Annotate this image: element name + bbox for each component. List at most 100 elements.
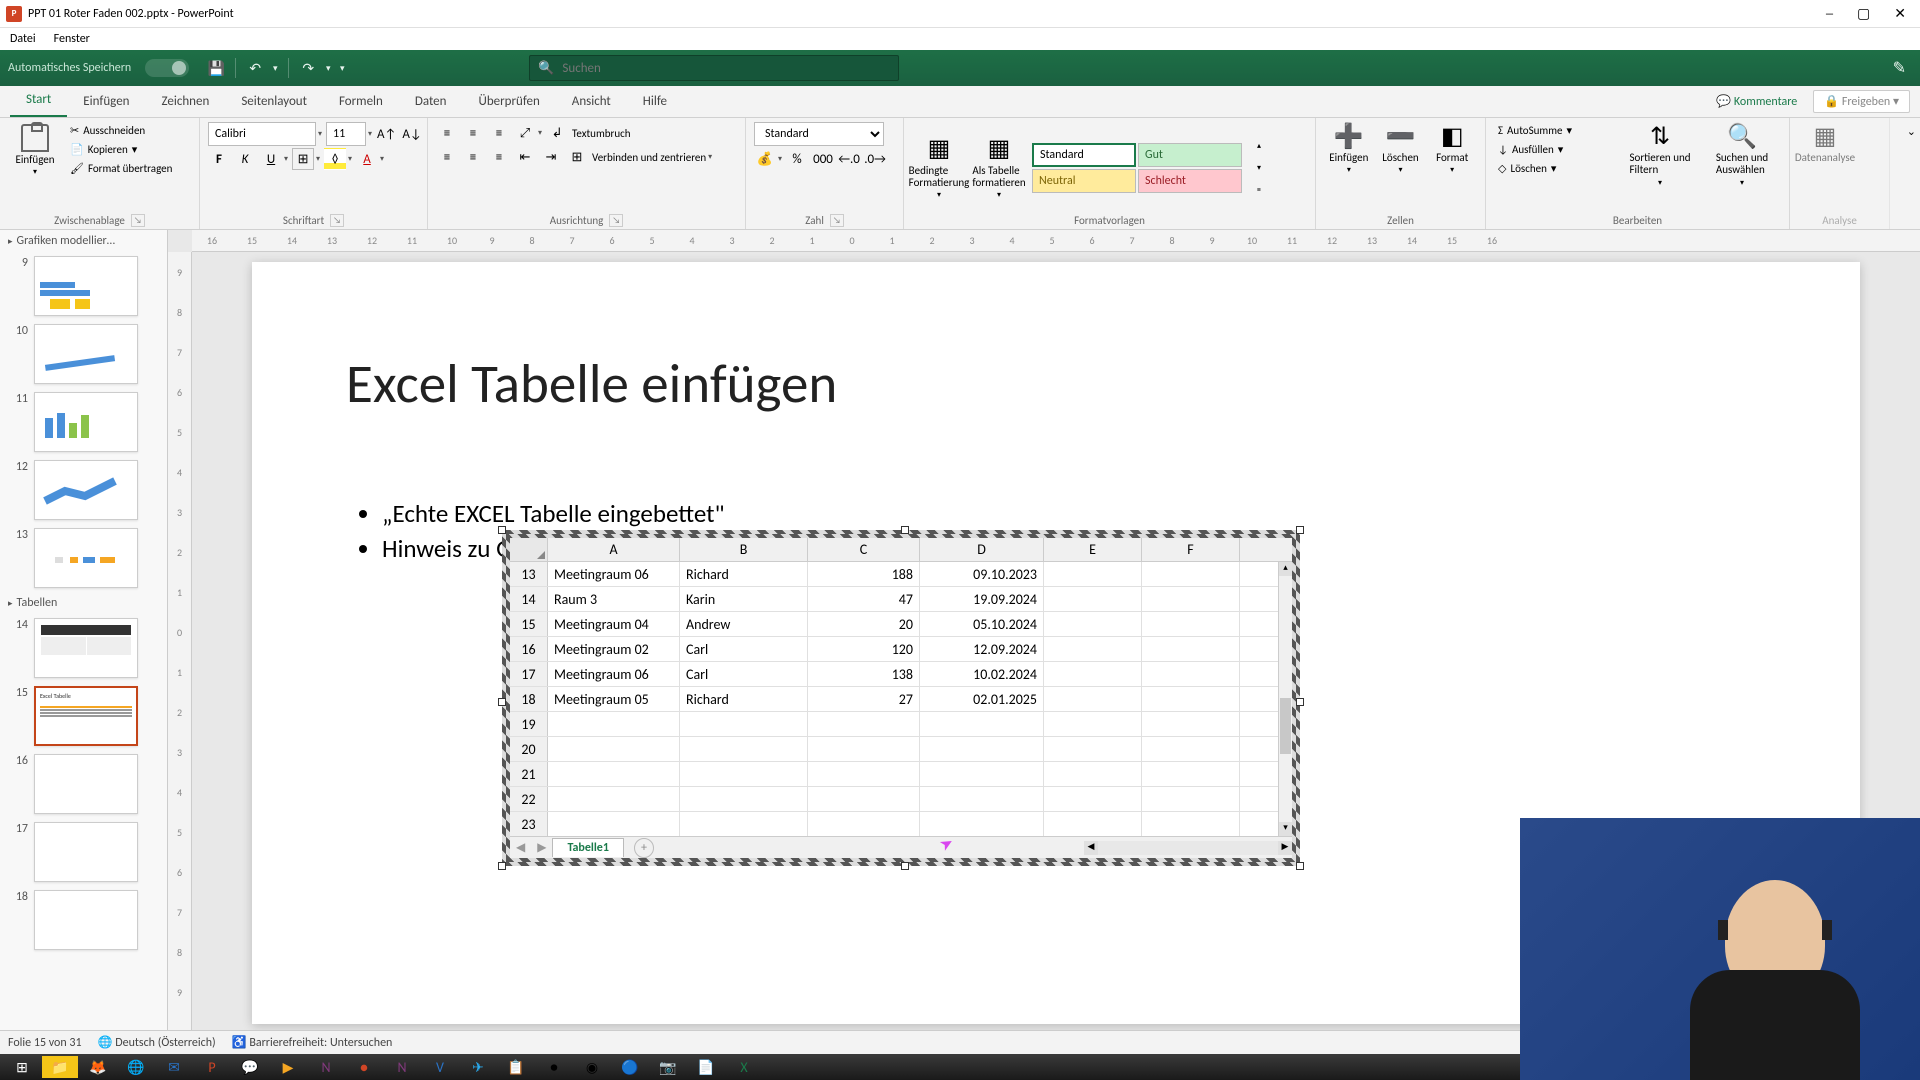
row-header[interactable]: 20 [510, 737, 548, 761]
cell-style-bad[interactable]: Schlecht [1138, 169, 1242, 193]
font-color-icon[interactable]: A [356, 148, 378, 170]
comma-icon[interactable]: 000 [812, 148, 834, 170]
slide-thumb-12[interactable] [34, 460, 138, 520]
merge-icon[interactable]: ⊞ [566, 146, 588, 168]
taskbar-app7-icon[interactable]: 📄 [688, 1056, 724, 1078]
taskbar-explorer-icon[interactable]: 📁 [42, 1056, 78, 1078]
tab-formulas[interactable]: Formeln [323, 88, 399, 117]
borders-icon[interactable]: ⊞ [292, 148, 314, 170]
cell[interactable] [1044, 662, 1142, 686]
indent-decrease-icon[interactable]: ⇤ [514, 146, 536, 168]
cell[interactable] [548, 762, 680, 786]
taskbar-telegram-icon[interactable]: ✈ [460, 1056, 496, 1078]
format-as-table-button[interactable]: ▦Als Tabelle formatieren▾ [972, 134, 1026, 201]
taskbar-app3-icon[interactable]: 📋 [498, 1056, 534, 1078]
table-row[interactable]: 17 Meetingraum 06 Carl 138 10.02.2024 [510, 662, 1292, 687]
currency-icon[interactable]: 💰 [754, 148, 776, 170]
cell[interactable] [1044, 712, 1142, 736]
sheet-nav-next-icon[interactable]: ▶ [531, 840, 552, 855]
taskbar-firefox-icon[interactable]: 🦊 [80, 1056, 116, 1078]
taskbar-obs-icon[interactable]: ⏺ [536, 1056, 572, 1078]
cell[interactable] [808, 712, 920, 736]
cell[interactable]: 27 [808, 687, 920, 711]
cell[interactable] [1142, 587, 1240, 611]
paste-button[interactable]: Einfügen▾ [8, 122, 62, 214]
ribbon-collapse-icon[interactable]: ⌄ [1907, 125, 1916, 138]
cell[interactable] [1142, 737, 1240, 761]
undo-dropdown-icon[interactable]: ▾ [268, 55, 282, 81]
indent-increase-icon[interactable]: ⇥ [540, 146, 562, 168]
save-icon[interactable]: 💾 [203, 55, 229, 81]
increase-font-icon[interactable]: A↑ [376, 123, 397, 145]
taskbar-vlc-icon[interactable]: ▶ [270, 1056, 306, 1078]
cells-insert-button[interactable]: ➕Einfügen▾ [1324, 122, 1374, 214]
decrease-decimal-icon[interactable]: .0→ [864, 148, 886, 170]
search-input[interactable] [562, 61, 890, 76]
qat-customize-icon[interactable]: ▾ [335, 55, 349, 81]
searchbox[interactable]: 🔍 [529, 55, 899, 81]
increase-decimal-icon[interactable]: ←.0 [838, 148, 860, 170]
taskbar-visio-icon[interactable]: V [422, 1056, 458, 1078]
fill-button[interactable]: ↓ Ausfüllen ▾ [1494, 141, 1617, 158]
col-header-D[interactable]: D [920, 538, 1044, 561]
find-select-button[interactable]: 🔍Suchen und Auswählen▾ [1703, 122, 1781, 214]
font-size-input[interactable] [326, 122, 366, 146]
align-right-icon[interactable]: ≡ [488, 146, 510, 168]
col-header-B[interactable]: B [680, 538, 808, 561]
cell[interactable] [1044, 562, 1142, 586]
cell[interactable] [1044, 612, 1142, 636]
autosum-button[interactable]: Σ AutoSumme ▾ [1494, 122, 1617, 139]
row-header[interactable]: 15 [510, 612, 548, 636]
col-header-F[interactable]: F [1142, 538, 1240, 561]
number-format-select[interactable]: Standard [754, 122, 884, 146]
align-top-icon[interactable]: ≡ [436, 122, 458, 144]
cell[interactable] [1044, 587, 1142, 611]
excel-horizontal-scrollbar[interactable]: ◀▶ [1084, 841, 1292, 855]
styles-more-up-icon[interactable]: ▴ [1248, 135, 1270, 157]
autosave-toggle[interactable] [145, 59, 189, 77]
cell[interactable] [548, 812, 680, 836]
row-header[interactable]: 13 [510, 562, 548, 586]
table-row[interactable]: 19 [510, 712, 1292, 737]
wrap-text-icon[interactable]: ↲ [546, 122, 568, 144]
excel-column-headers[interactable]: A B C D E F [510, 538, 1292, 562]
cell[interactable] [1142, 712, 1240, 736]
menu-window[interactable]: Fenster [54, 32, 90, 46]
cell[interactable] [1142, 562, 1240, 586]
redo-icon[interactable]: ↷ [295, 55, 321, 81]
cell[interactable] [920, 762, 1044, 786]
tab-pagelayout[interactable]: Seitenlayout [225, 88, 323, 117]
underline-icon[interactable]: U [260, 148, 282, 170]
sheet-nav-prev-icon[interactable]: ◀ [510, 840, 531, 855]
row-header[interactable]: 16 [510, 637, 548, 661]
cell-style-neutral[interactable]: Neutral [1032, 169, 1136, 193]
cell[interactable]: Carl [680, 637, 808, 661]
taskbar-chrome-icon[interactable]: 🌐 [118, 1056, 154, 1078]
cell[interactable]: 10.02.2024 [920, 662, 1044, 686]
clear-button[interactable]: ◇ Löschen ▾ [1494, 160, 1617, 177]
taskbar-outlook-icon[interactable]: ✉ [156, 1056, 192, 1078]
undo-icon[interactable]: ↶ [242, 55, 268, 81]
cell[interactable] [548, 737, 680, 761]
cell[interactable] [680, 787, 808, 811]
col-header-E[interactable]: E [1044, 538, 1142, 561]
cell[interactable] [808, 762, 920, 786]
fill-color-icon[interactable]: ◊ [324, 148, 346, 170]
status-language[interactable]: 🌐 Deutsch (Österreich) [98, 1035, 216, 1050]
taskbar-app2-icon[interactable]: ● [346, 1056, 382, 1078]
table-row[interactable]: 18 Meetingraum 05 Richard 27 02.01.2025 [510, 687, 1292, 712]
table-row[interactable]: 15 Meetingraum 04 Andrew 20 05.10.2024 [510, 612, 1292, 637]
table-row[interactable]: 13 Meetingraum 06 Richard 188 09.10.2023 [510, 562, 1292, 587]
cell[interactable]: 20 [808, 612, 920, 636]
status-slide-number[interactable]: Folie 15 von 31 [8, 1036, 82, 1050]
copy-button[interactable]: 📄 Kopieren ▾ [66, 141, 191, 158]
cell[interactable] [1044, 687, 1142, 711]
taskbar-powerpoint-icon[interactable]: P [194, 1056, 230, 1078]
styles-more-icon[interactable]: ≡ [1248, 179, 1270, 201]
format-painter-button[interactable]: 🖌 Format übertragen [66, 160, 191, 177]
section-tables[interactable]: ▸Tabellen [0, 592, 167, 614]
cell[interactable] [680, 812, 808, 836]
cell[interactable]: 09.10.2023 [920, 562, 1044, 586]
cell[interactable]: Meetingraum 04 [548, 612, 680, 636]
tab-review[interactable]: Überprüfen [462, 88, 555, 117]
